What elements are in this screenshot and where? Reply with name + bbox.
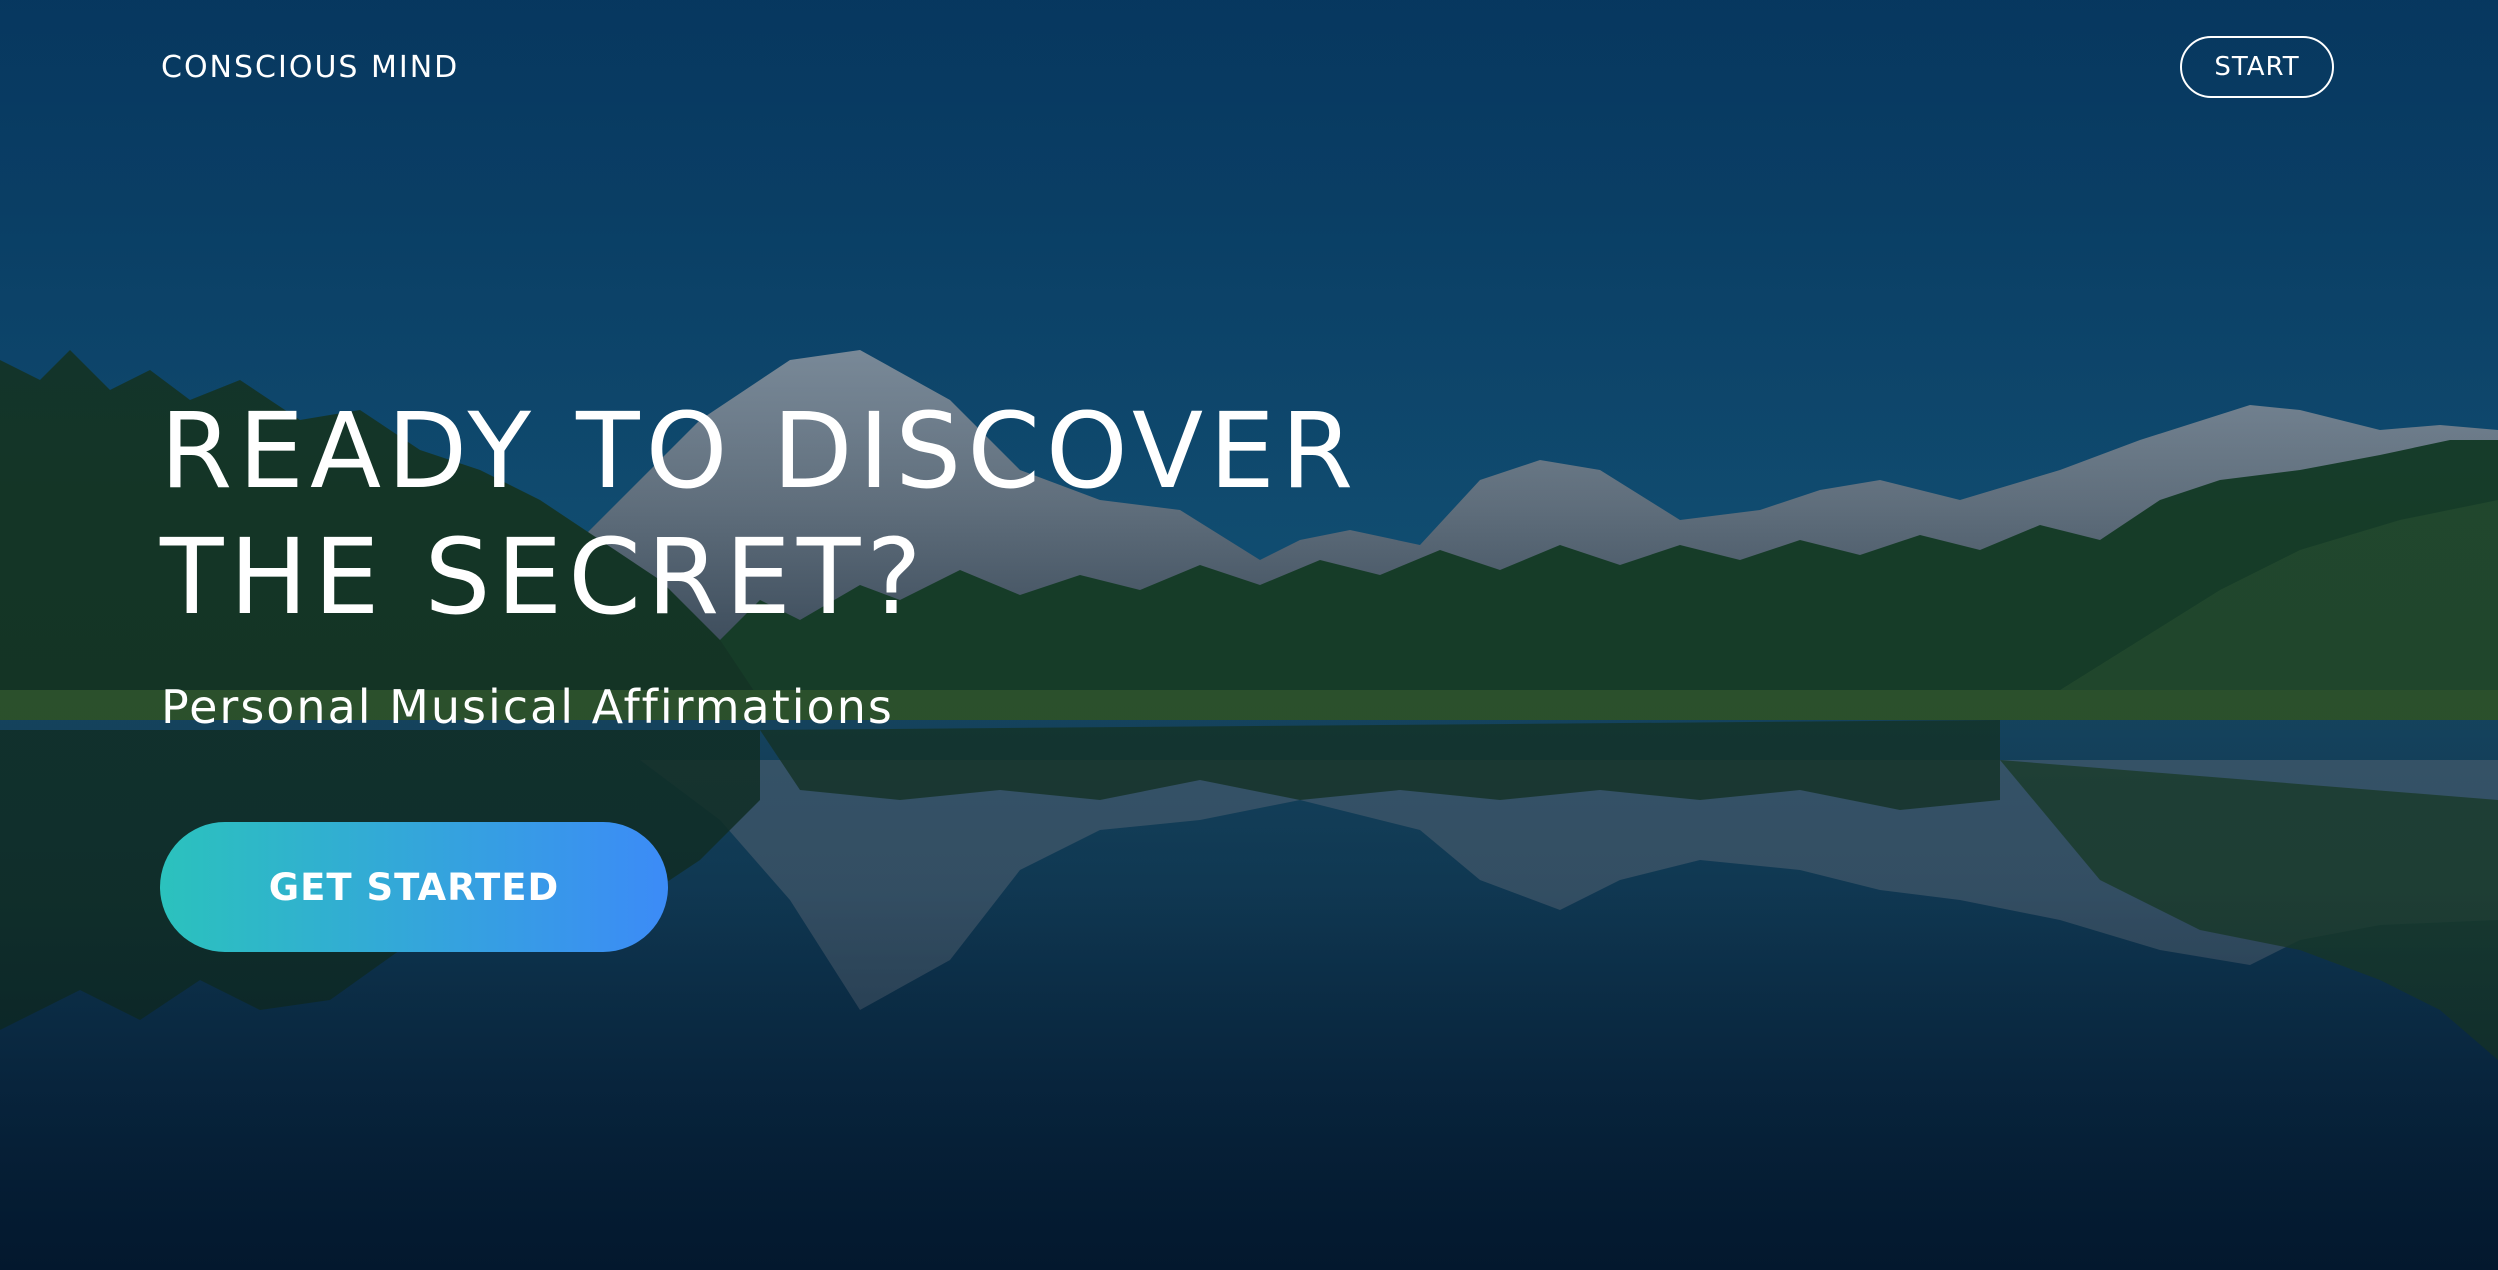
- headline-line-2: THE SECRET?: [160, 516, 928, 638]
- hero-section: CONSCIOUS MIND START READY TO DISCOVER T…: [0, 0, 2498, 1270]
- hero-headline: READY TO DISCOVER THE SECRET?: [160, 388, 1359, 640]
- get-started-button[interactable]: GET STARTED: [160, 822, 668, 952]
- headline-line-1: READY TO DISCOVER: [160, 390, 1360, 512]
- start-button[interactable]: START: [2180, 36, 2334, 98]
- brand-logo[interactable]: CONSCIOUS MIND: [161, 50, 459, 85]
- hero-subtitle: Personal Musical Affirmations: [161, 680, 894, 734]
